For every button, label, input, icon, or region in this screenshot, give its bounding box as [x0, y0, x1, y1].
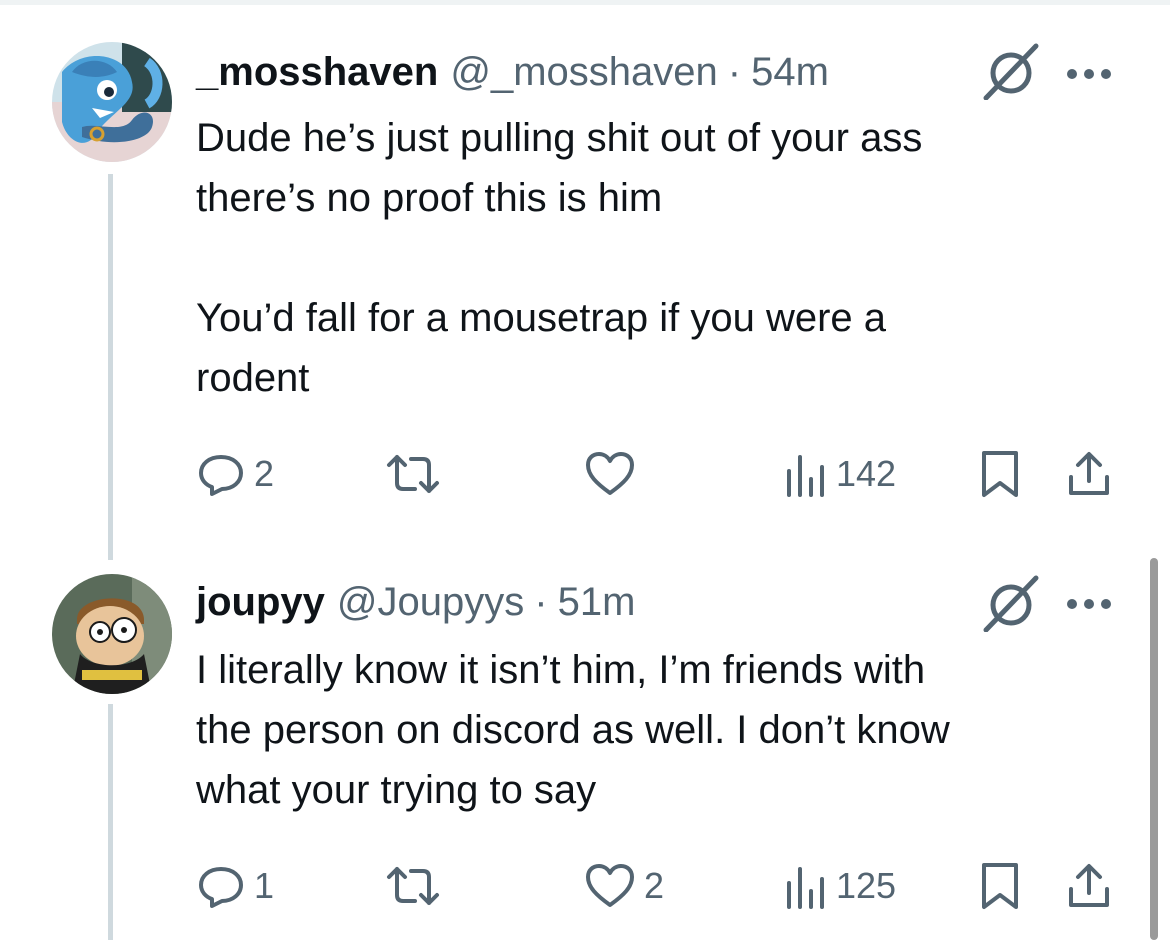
timestamp[interactable]: 54m [751, 50, 829, 95]
share-icon [1069, 452, 1109, 495]
display-name[interactable]: joupyy [196, 580, 325, 625]
heart-icon [586, 864, 634, 907]
reply-count: 2 [254, 453, 275, 494]
more-options-icon[interactable] [1066, 67, 1112, 81]
views-button[interactable]: 142 [784, 444, 896, 504]
repost-button[interactable] [385, 856, 449, 916]
reply-icon [199, 455, 243, 496]
views-icon [787, 867, 824, 909]
tweet-header: joupyy @Joupyys · 51m [196, 572, 635, 632]
blue-creature-avatar-icon [52, 42, 172, 162]
tweet-actions: 2 142 [0, 444, 1170, 504]
view-count: 125 [836, 865, 897, 906]
grok-icon[interactable] [982, 42, 1040, 100]
reply-button[interactable]: 2 [196, 444, 274, 504]
reply-button[interactable]: 1 [196, 856, 274, 916]
repost-button[interactable] [385, 444, 449, 504]
repost-icon [387, 455, 439, 493]
bookmark-icon [982, 451, 1018, 497]
handle[interactable]: @Joupyys [337, 580, 524, 625]
bookmark-icon [982, 863, 1018, 909]
avatar[interactable] [52, 42, 172, 162]
share-button[interactable] [1066, 444, 1112, 504]
like-count: 2 [644, 865, 665, 906]
views-button[interactable]: 125 [784, 856, 896, 916]
tweet-text: Dude he’s just pulling shit out of your … [196, 116, 923, 400]
views-icon [787, 455, 824, 497]
separator-dot: · [534, 579, 548, 624]
like-button[interactable]: 2 [584, 856, 664, 916]
handle[interactable]: @_mosshaven [450, 50, 717, 95]
tweet-header: _mosshaven @_mosshaven · 54m [196, 42, 829, 102]
tweet-1[interactable]: _mosshaven @_mosshaven · 54m Dude he’s j… [0, 0, 1170, 560]
tweet-2[interactable]: joupyy @Joupyys · 51m I literally know i… [0, 560, 1170, 940]
bookmark-button[interactable] [978, 856, 1022, 916]
timestamp[interactable]: 51m [558, 580, 636, 625]
like-button[interactable] [584, 444, 644, 504]
grok-icon[interactable] [982, 574, 1040, 632]
repost-icon [387, 867, 439, 905]
tweet-text: I literally know it isn’t him, I’m frien… [196, 648, 950, 812]
share-icon [1069, 864, 1109, 907]
reply-count: 1 [254, 865, 275, 906]
tweet-actions: 1 2 125 [0, 856, 1170, 916]
more-options-icon[interactable] [1066, 597, 1112, 611]
cartoon-boy-avatar-icon [52, 574, 172, 694]
bookmark-button[interactable] [978, 444, 1022, 504]
heart-icon [586, 452, 634, 495]
display-name[interactable]: _mosshaven [196, 50, 438, 95]
separator-dot: · [727, 49, 742, 94]
avatar[interactable] [52, 574, 172, 694]
view-count: 142 [836, 453, 897, 494]
scrollbar[interactable] [1150, 558, 1158, 940]
share-button[interactable] [1066, 856, 1112, 916]
reply-icon [199, 867, 243, 908]
